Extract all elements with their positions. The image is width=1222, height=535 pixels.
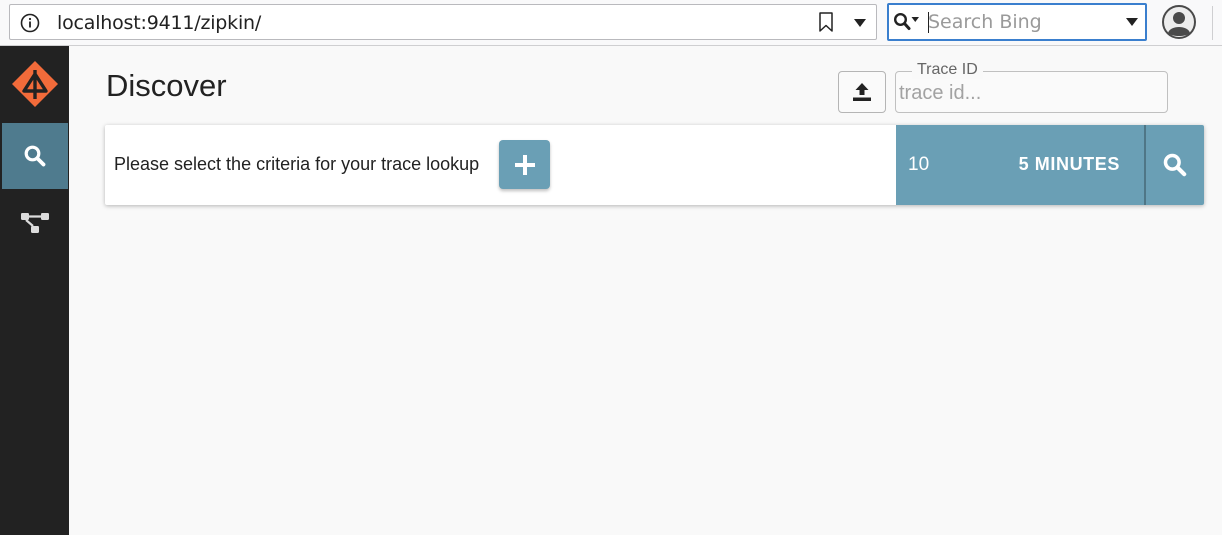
trace-id-field[interactable]: Trace ID (895, 61, 1168, 113)
trace-id-input[interactable] (899, 80, 1159, 106)
search-icon (1163, 153, 1187, 177)
upload-trace-button[interactable] (838, 71, 886, 113)
search-criteria-bar: Please select the criteria for your trac… (105, 125, 1204, 205)
text-caret (928, 12, 929, 33)
add-criteria-button[interactable] (499, 140, 550, 189)
lookback-value[interactable]: 5 MINUTES (1019, 154, 1120, 175)
bookmark-icon[interactable] (818, 12, 834, 32)
upload-icon (853, 83, 871, 101)
limit-value[interactable]: 10 (908, 154, 929, 176)
dependency-tree-icon (21, 213, 49, 233)
url-text[interactable]: localhost:9411/zipkin/ (57, 12, 261, 34)
search-input[interactable] (928, 9, 1118, 35)
search-icon (24, 145, 46, 167)
toolbar-divider (1212, 6, 1213, 40)
search-engine-icon[interactable] (893, 12, 921, 32)
sidebar-item-dependencies[interactable] (2, 190, 68, 256)
sidebar (0, 46, 69, 535)
address-bar[interactable]: localhost:9411/zipkin/ (9, 4, 877, 40)
browser-search-box[interactable] (887, 3, 1147, 41)
info-icon[interactable] (20, 13, 40, 33)
plus-icon (514, 154, 535, 175)
lookup-settings[interactable]: 10 5 MINUTES (896, 125, 1144, 205)
search-button[interactable] (1144, 125, 1204, 205)
main-content: Discover Trace ID Please select the crit… (69, 46, 1222, 535)
browser-toolbar: localhost:9411/zipkin/ (0, 0, 1222, 46)
page-title: Discover (106, 68, 227, 103)
account-icon[interactable] (1162, 5, 1196, 39)
trace-id-label: Trace ID (912, 61, 983, 79)
chevron-down-icon[interactable] (853, 18, 867, 28)
zipkin-logo[interactable] (10, 58, 60, 108)
chevron-down-icon[interactable] (1125, 17, 1139, 27)
sidebar-item-discover[interactable] (2, 123, 68, 189)
criteria-prompt: Please select the criteria for your trac… (114, 154, 480, 174)
